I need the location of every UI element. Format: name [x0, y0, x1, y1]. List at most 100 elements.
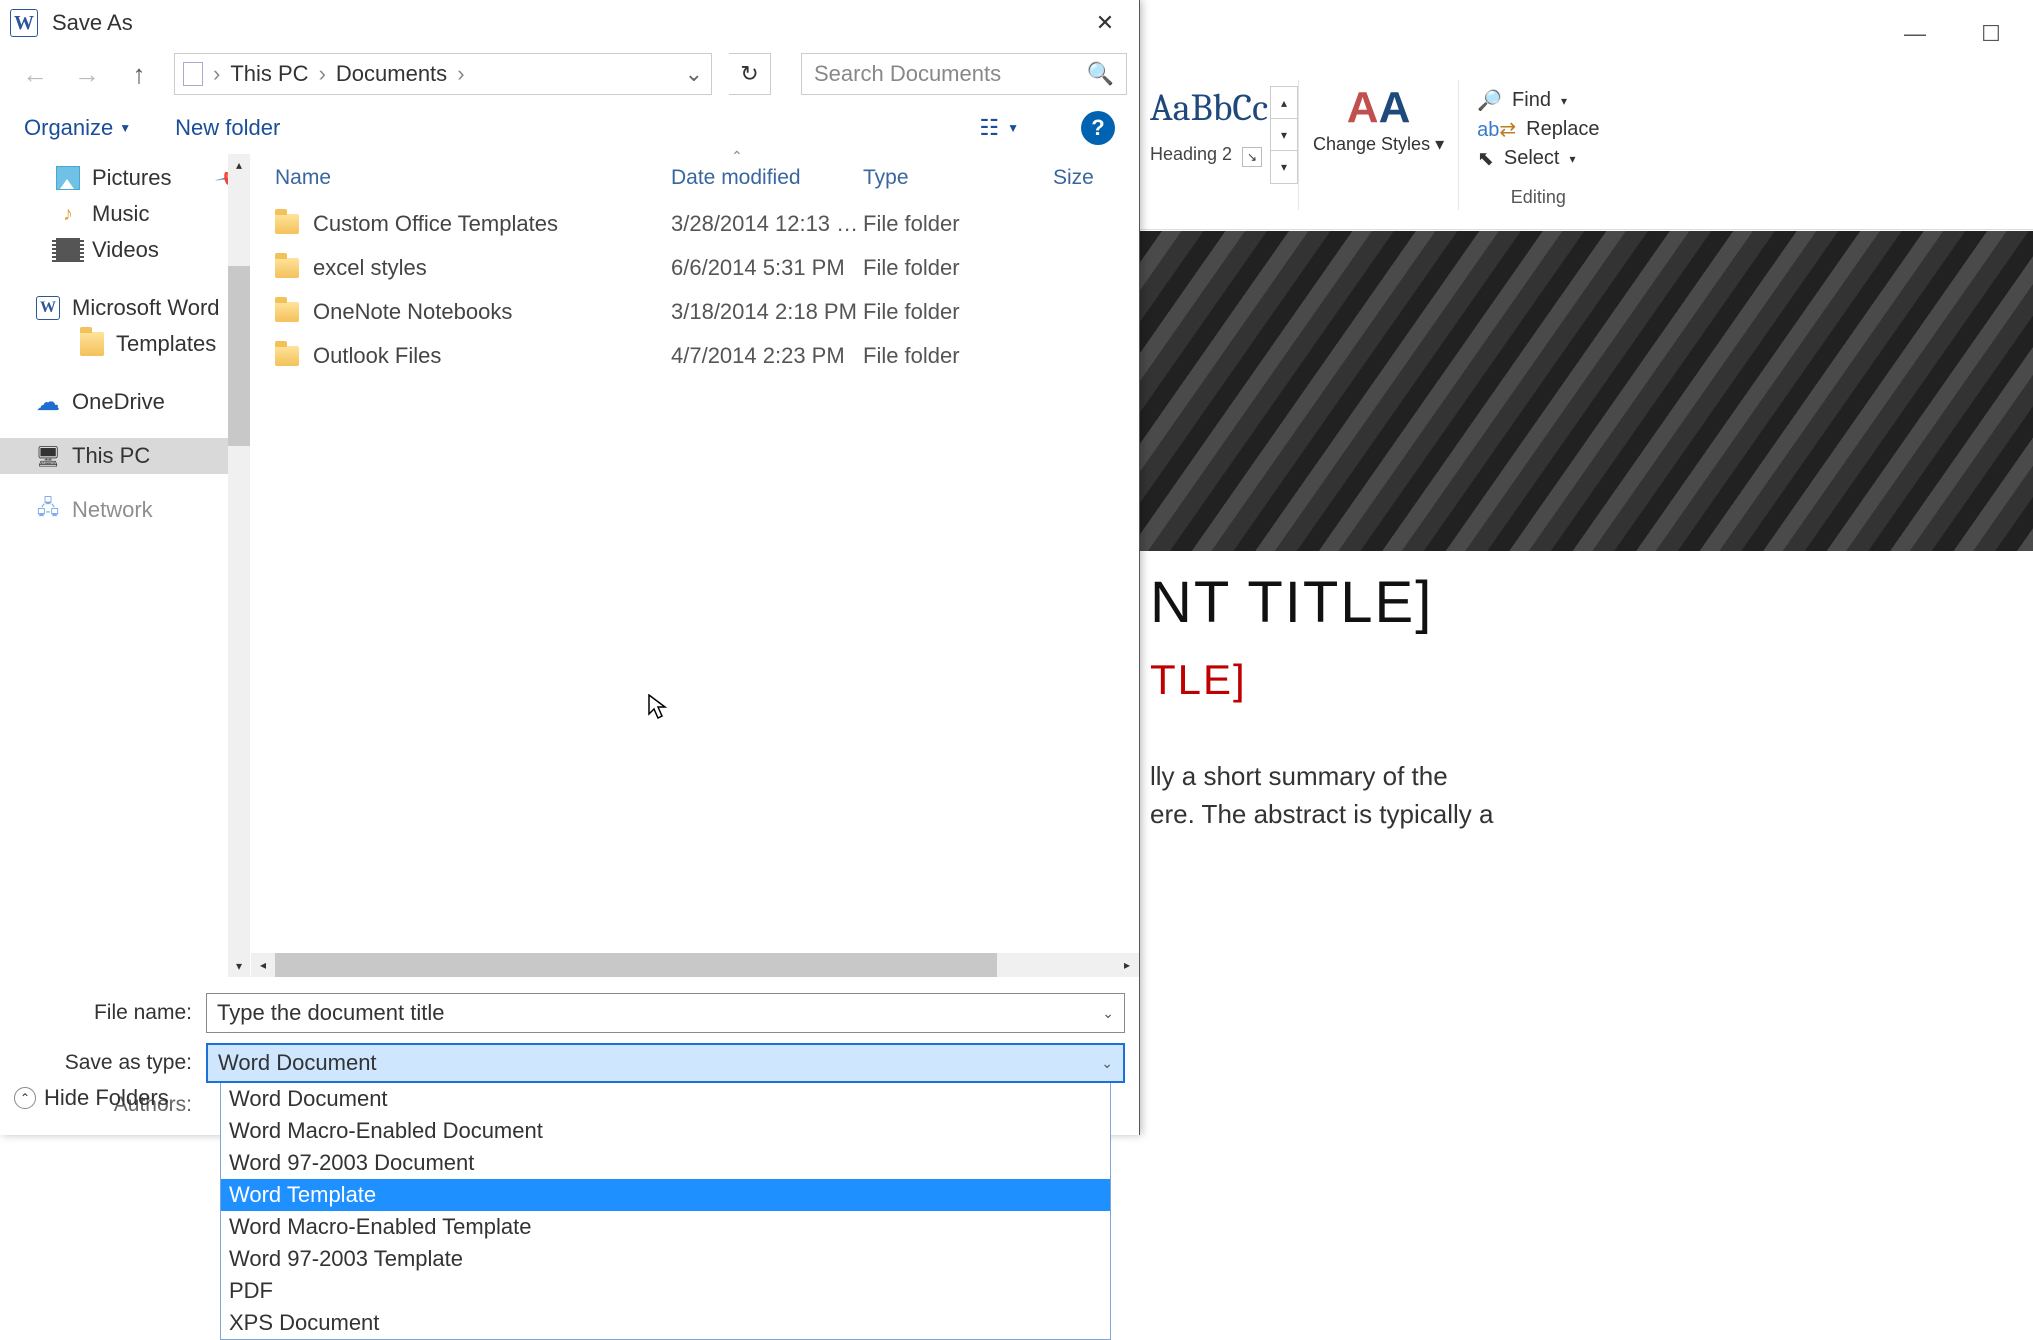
- nav-item-network[interactable]: Network: [0, 492, 250, 528]
- save-type-option[interactable]: Word Template: [221, 1179, 1110, 1211]
- scroll-up-icon[interactable]: ▴: [1271, 87, 1297, 119]
- navigation-pane[interactable]: Pictures 📌 Music Videos W Microsoft Word…: [0, 154, 251, 977]
- dropdown-caret-icon[interactable]: ⌄: [1102, 1005, 1114, 1022]
- refresh-button[interactable]: ↻: [729, 53, 771, 95]
- file-type: File folder: [863, 299, 1053, 325]
- doc-abstract-text[interactable]: lly a short summary of the ere. The abst…: [1150, 758, 2023, 833]
- file-date: 4/7/2014 2:23 PM: [671, 343, 863, 369]
- column-type[interactable]: Type: [863, 166, 1053, 190]
- hide-folders-button[interactable]: ⌃ Hide Folders: [14, 1085, 169, 1111]
- binoculars-icon: 🔎: [1477, 88, 1502, 113]
- chevron-right-icon[interactable]: ›: [213, 61, 220, 87]
- nav-item-this-pc[interactable]: This PC: [0, 438, 250, 474]
- save-type-option[interactable]: XPS Document: [221, 1307, 1110, 1339]
- file-row[interactable]: Custom Office Templates3/28/2014 12:13 ……: [251, 202, 1139, 246]
- hide-folders-label: Hide Folders: [44, 1085, 169, 1111]
- network-icon: [36, 498, 60, 522]
- file-row[interactable]: excel styles6/6/2014 5:31 PMFile folder: [251, 246, 1139, 290]
- dialog-title: Save As: [52, 10, 133, 36]
- scroll-up-icon[interactable]: ▴: [228, 154, 250, 176]
- file-name-value: Type the document title: [217, 1000, 444, 1026]
- collapse-icon: ⌃: [14, 1087, 36, 1109]
- scroll-left-icon[interactable]: ◂: [251, 958, 275, 972]
- folder-icon: [80, 332, 104, 356]
- file-name-input[interactable]: Type the document title ⌄: [206, 993, 1125, 1033]
- chevron-right-icon[interactable]: ›: [457, 61, 464, 87]
- save-type-option[interactable]: Word Macro-Enabled Document: [221, 1115, 1110, 1147]
- save-type-option[interactable]: Word Macro-Enabled Template: [221, 1211, 1110, 1243]
- close-button[interactable]: ✕: [1081, 3, 1129, 43]
- scroll-track[interactable]: [275, 953, 1115, 977]
- nav-item-microsoft-word[interactable]: W Microsoft Word: [0, 290, 250, 326]
- change-view-button[interactable]: ☷ ▼: [979, 115, 1019, 141]
- scroll-thumb[interactable]: [228, 266, 250, 446]
- file-row[interactable]: OneNote Notebooks3/18/2014 2:18 PMFile f…: [251, 290, 1139, 334]
- style-gallery-scroller[interactable]: ▴ ▾ ▾: [1270, 86, 1298, 184]
- forward-button[interactable]: →: [70, 57, 104, 91]
- scroll-down-icon[interactable]: ▾: [1271, 119, 1297, 151]
- view-icon: ☷: [979, 115, 999, 141]
- save-as-dialog: W Save As ✕ ← → ↑ › This PC › Documents …: [0, 0, 1140, 1135]
- scroll-thumb[interactable]: [275, 953, 997, 977]
- save-type-option[interactable]: Word 97-2003 Document: [221, 1147, 1110, 1179]
- back-button[interactable]: ←: [18, 57, 52, 91]
- dropdown-caret-icon[interactable]: ⌄: [1101, 1055, 1113, 1072]
- document-area: NT TITLE] TLE] lly a short summary of th…: [1140, 231, 2033, 1135]
- nav-label: Microsoft Word: [72, 295, 220, 321]
- new-folder-button[interactable]: New folder: [175, 115, 280, 141]
- find-button[interactable]: 🔎 Find ▾: [1473, 86, 1603, 115]
- toolbar-row: Organize ▼ New folder ☷ ▼ ?: [0, 102, 1139, 154]
- navigation-row: ← → ↑ › This PC › Documents › ⌄ ↻ Search…: [0, 46, 1139, 102]
- scroll-down-icon[interactable]: ▾: [228, 955, 250, 977]
- select-button[interactable]: ⬉ Select ▾: [1473, 144, 1603, 173]
- up-button[interactable]: ↑: [122, 57, 156, 91]
- address-bar[interactable]: › This PC › Documents › ⌄: [174, 53, 712, 95]
- file-date: 6/6/2014 5:31 PM: [671, 255, 863, 281]
- dialog-titlebar[interactable]: W Save As ✕: [0, 0, 1139, 46]
- nav-item-templates[interactable]: Templates: [0, 326, 250, 362]
- word-app-icon: W: [10, 9, 38, 37]
- nav-item-pictures[interactable]: Pictures 📌: [0, 160, 250, 196]
- file-row[interactable]: Outlook Files4/7/2014 2:23 PMFile folder: [251, 334, 1139, 378]
- file-name: Outlook Files: [313, 343, 441, 369]
- replace-label: Replace: [1526, 118, 1599, 141]
- organize-button[interactable]: Organize ▼: [24, 115, 131, 141]
- horizontal-scrollbar[interactable]: ◂ ▸: [251, 953, 1139, 977]
- replace-button[interactable]: ab⇄ Replace: [1473, 115, 1603, 144]
- search-icon[interactable]: 🔍: [1087, 61, 1114, 87]
- chevron-right-icon[interactable]: ›: [319, 61, 326, 87]
- column-headers[interactable]: ⌃ Name Date modified Type Size: [251, 154, 1139, 202]
- gallery-expand-icon[interactable]: ▾: [1271, 151, 1297, 183]
- nav-item-music[interactable]: Music: [0, 196, 250, 232]
- nav-item-onedrive[interactable]: OneDrive: [0, 384, 250, 420]
- file-rows[interactable]: Custom Office Templates3/28/2014 12:13 ……: [251, 202, 1139, 953]
- search-input[interactable]: Search Documents 🔍: [801, 53, 1127, 95]
- maximize-button[interactable]: ☐: [1977, 20, 2005, 48]
- minimize-button[interactable]: —: [1901, 20, 1929, 48]
- save-type-option[interactable]: Word 97-2003 Template: [221, 1243, 1110, 1275]
- breadcrumb-this-pc[interactable]: This PC: [230, 61, 308, 87]
- styles-dialog-launcher-icon[interactable]: ↘: [1242, 147, 1262, 167]
- find-label: Find: [1512, 89, 1551, 112]
- folder-icon: [275, 302, 299, 322]
- change-styles-button[interactable]: AA Change Styles ▾: [1298, 80, 1458, 210]
- help-button[interactable]: ?: [1081, 111, 1115, 145]
- nav-item-videos[interactable]: Videos: [0, 232, 250, 268]
- address-dropdown-icon[interactable]: ⌄: [685, 61, 703, 87]
- save-as-type-dropdown[interactable]: Word Document ⌄: [206, 1043, 1125, 1083]
- doc-title-placeholder[interactable]: NT TITLE]: [1150, 569, 2023, 636]
- nav-pane-scrollbar[interactable]: ▴ ▾: [228, 154, 250, 977]
- column-name[interactable]: Name: [251, 166, 671, 190]
- folder-icon: [275, 258, 299, 278]
- styles-gallery[interactable]: AaBbCc Heading 2 ↘: [1140, 80, 1266, 171]
- doc-subtitle-placeholder[interactable]: TLE]: [1150, 656, 2023, 704]
- save-type-option[interactable]: PDF: [221, 1275, 1110, 1307]
- save-as-type-options[interactable]: Word DocumentWord Macro-Enabled Document…: [220, 1083, 1111, 1340]
- column-date[interactable]: Date modified: [671, 166, 863, 190]
- column-size[interactable]: Size: [1053, 166, 1139, 190]
- save-type-option[interactable]: Word Document: [221, 1083, 1110, 1115]
- scroll-right-icon[interactable]: ▸: [1115, 958, 1139, 972]
- word-window-controls: — ☐: [1163, 14, 2033, 54]
- breadcrumb-documents[interactable]: Documents: [336, 61, 447, 87]
- nav-label: Pictures: [92, 165, 171, 191]
